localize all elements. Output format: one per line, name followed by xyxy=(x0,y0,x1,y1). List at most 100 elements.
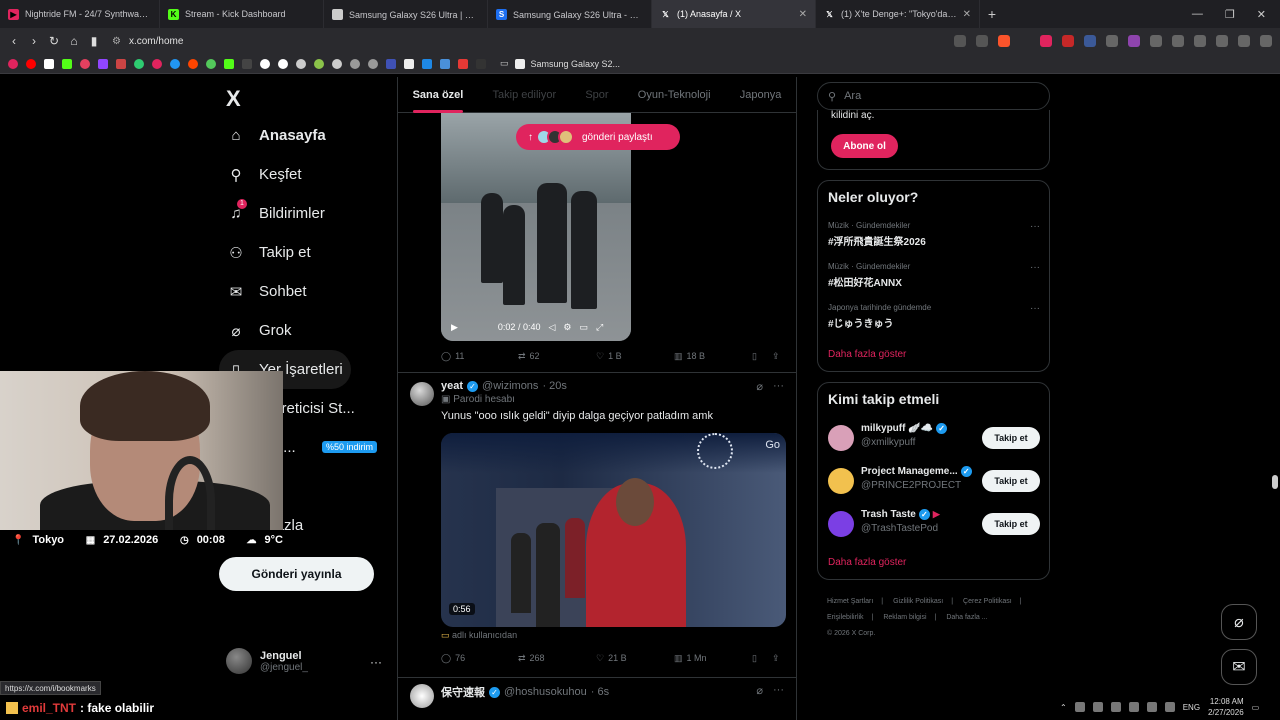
fullscreen-icon[interactable]: ⤢ xyxy=(596,322,603,333)
avatar[interactable] xyxy=(410,684,434,708)
share-icon[interactable] xyxy=(976,35,988,47)
bookmark-icon[interactable] xyxy=(134,58,144,69)
post-handle[interactable]: @wizimons xyxy=(482,380,538,392)
grok-fab[interactable]: ⌀ xyxy=(1221,604,1257,640)
music-icon[interactable] xyxy=(1238,35,1250,47)
follow-suggestion[interactable]: Project Manageme... ✓ @PRINCE2PROJECT Tak… xyxy=(828,466,1040,496)
taskbar-clock[interactable]: 12:08 AM 2/27/2026 xyxy=(1208,696,1244,718)
bookmark-icon[interactable] xyxy=(296,58,306,69)
more-icon[interactable]: ··· xyxy=(773,684,784,697)
mute-icon[interactable]: ◁ xyxy=(548,322,555,333)
notification-center-icon[interactable]: ▭ xyxy=(1252,703,1260,712)
footer-link-terms[interactable]: Hizmet Şartları xyxy=(827,598,873,605)
browser-tab-kick[interactable]: K Stream - Kick Dashboard xyxy=(160,0,324,28)
bookmark-icon[interactable] xyxy=(404,58,414,69)
youtube-icon[interactable] xyxy=(26,58,36,69)
bookmark-icon[interactable] xyxy=(350,58,360,69)
nav-chat[interactable]: ✉ Sohbet xyxy=(219,272,389,311)
post-time[interactable]: · 20s xyxy=(542,380,566,392)
browser-tab-samsung-preorder[interactable]: SSamsung Galaxy S26 Ultra - 予約購入 xyxy=(488,0,652,28)
more-icon[interactable]: ··· xyxy=(1030,303,1040,314)
views-button[interactable]: ▥ 1 Mn xyxy=(674,653,752,664)
bookmark-icon[interactable] xyxy=(8,58,18,69)
nav-home[interactable]: ⌂ Anasayfa xyxy=(219,116,389,155)
follow-suggestion[interactable]: milkypuff 🪽☁️ ✓ @xmilkypuff Takip et xyxy=(828,423,1040,453)
tray-app-icon[interactable] xyxy=(1110,702,1121,712)
new-posts-pill[interactable]: ↑ gönderi paylaştı xyxy=(516,124,680,150)
avatar[interactable] xyxy=(410,382,434,406)
volume-icon[interactable] xyxy=(1146,702,1157,712)
x-icon[interactable] xyxy=(44,58,54,69)
home-browser-icon[interactable]: ⌂ xyxy=(64,34,84,48)
post-button[interactable]: Gönderi yayınla xyxy=(219,557,374,591)
repost-button[interactable]: ⇄ 268 xyxy=(518,653,596,664)
nav-grok[interactable]: ⌀ Grok xyxy=(219,311,389,350)
scrollbar-thumb[interactable] xyxy=(1272,475,1278,489)
bookmark-icon[interactable] xyxy=(242,58,252,69)
bookmark-icon[interactable] xyxy=(278,58,288,69)
bookmark-post-icon[interactable]: ▯ xyxy=(752,351,772,362)
views-button[interactable]: ▥ 18 B xyxy=(674,351,752,362)
post-author[interactable]: 保守速報 xyxy=(441,684,485,700)
more-icon[interactable]: ··· xyxy=(773,380,784,393)
subscribe-button[interactable]: Abone ol xyxy=(831,134,898,158)
browser-tab-nightride[interactable]: ▶ Nightride FM - 24/7 Synthwave R xyxy=(0,0,160,28)
post2-video[interactable]: Go 0:56 xyxy=(441,433,786,627)
bookmark-icon[interactable] xyxy=(386,58,396,69)
tab-sports[interactable]: Spor xyxy=(585,77,608,113)
follow-button[interactable]: Takip et xyxy=(982,427,1040,449)
like-button[interactable]: ♡ 1 B xyxy=(596,351,674,362)
footer-link-cookies[interactable]: Çerez Politikası xyxy=(963,598,1012,605)
share-post-icon[interactable]: ⇪ xyxy=(772,351,780,362)
bookmark-samsung[interactable] xyxy=(514,58,525,69)
avatar[interactable] xyxy=(828,468,854,494)
gmail-icon[interactable] xyxy=(116,58,126,69)
nav-notifications[interactable]: ♫ 1 Bildirimler xyxy=(219,194,389,233)
search-input[interactable]: ⚲ Ara xyxy=(817,82,1050,110)
follow-button[interactable]: Takip et xyxy=(982,470,1040,492)
grok-icon[interactable]: ⌀ xyxy=(756,380,763,393)
avatar[interactable] xyxy=(828,425,854,451)
like-button[interactable]: ♡ 21 B xyxy=(596,653,674,664)
download-icon[interactable] xyxy=(1216,35,1228,47)
bookmark-page-icon[interactable]: ▮ xyxy=(84,34,104,48)
more-icon[interactable]: ··· xyxy=(1030,262,1040,273)
tray-chevron-icon[interactable]: ⌃ xyxy=(1060,703,1067,712)
tab-gaming-tech[interactable]: Oyun-Teknoloji xyxy=(638,77,711,113)
close-tab-icon[interactable]: ✕ xyxy=(799,9,807,20)
tab-following[interactable]: Takip ediliyor xyxy=(493,77,557,113)
network-icon[interactable] xyxy=(1164,702,1175,712)
url-field[interactable]: ⚙ x.com/home xyxy=(112,32,183,50)
bookmark-icon[interactable] xyxy=(170,58,180,69)
bookmark-icon[interactable] xyxy=(206,58,216,69)
show-more-link[interactable]: Daha fazla göster xyxy=(828,557,906,568)
settings-icon[interactable]: ⚙ xyxy=(563,322,571,333)
instagram-icon[interactable] xyxy=(80,58,90,69)
language-indicator[interactable]: ENG xyxy=(1183,703,1200,712)
post-handle[interactable]: @hoshusokuhou xyxy=(504,686,587,698)
reply-button[interactable]: ◯ 76 xyxy=(441,653,518,664)
repost-button[interactable]: ⇄ 62 xyxy=(518,351,596,362)
play-icon[interactable]: ▶ xyxy=(451,322,458,333)
browser-tab-x-home[interactable]: 𝕏 (1) Anasayfa / X ✕ xyxy=(652,0,816,28)
browser-tab-samsung-jp[interactable]: Samsung Galaxy S26 Ultra | スマートフォ xyxy=(324,0,488,28)
show-more-link[interactable]: Daha fazla göster xyxy=(828,349,906,360)
back-icon[interactable]: ‹ xyxy=(4,34,24,48)
tab-for-you[interactable]: Sana özel xyxy=(412,77,463,113)
minimize-icon[interactable]: — xyxy=(1192,8,1203,20)
extension-icon[interactable] xyxy=(1128,35,1140,47)
kick-icon[interactable] xyxy=(224,58,234,69)
post-author[interactable]: yeat xyxy=(441,380,463,392)
bookmark-icon[interactable] xyxy=(260,58,270,69)
close-tab-icon[interactable]: ✕ xyxy=(963,9,971,20)
screen-icon[interactable] xyxy=(954,35,966,47)
bookmark-icon[interactable] xyxy=(440,58,450,69)
extension-icon[interactable] xyxy=(1062,35,1074,47)
kick-icon[interactable] xyxy=(62,58,72,69)
follow-suggestion[interactable]: Trash Taste ✓ ▶ @TrashTastePod Takip et xyxy=(828,509,1040,539)
reload-icon[interactable]: ↻ xyxy=(44,34,64,48)
bookmark-icon[interactable] xyxy=(314,58,324,69)
close-window-icon[interactable]: ✕ xyxy=(1257,8,1266,21)
bookmark-icon[interactable] xyxy=(458,58,468,69)
trend-item[interactable]: Müzik · Gündemdekiler #浮所飛貴誕生祭2026 ··· xyxy=(828,221,1040,248)
